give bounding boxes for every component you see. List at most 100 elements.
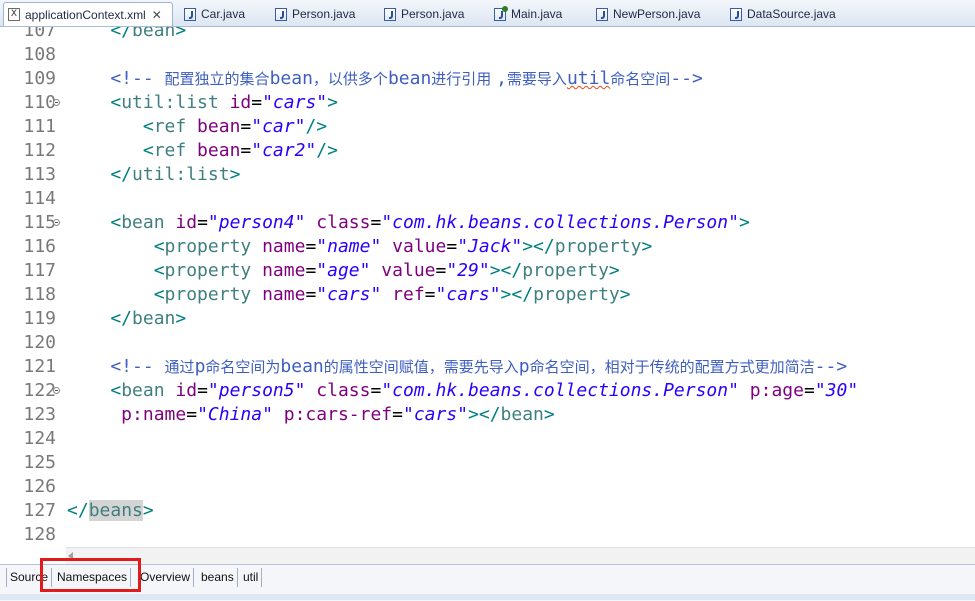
code-token: > xyxy=(229,164,241,185)
code-token: > xyxy=(142,500,154,521)
code-text: p:name="China" p:cars-ref="cars"></bean> xyxy=(67,403,555,427)
close-icon[interactable]: ✕ xyxy=(152,8,162,22)
code-token: > xyxy=(327,92,338,113)
code-line[interactable]: 118 <property name="cars" ref="cars"></p… xyxy=(0,283,975,307)
fold-collapse-icon[interactable] xyxy=(53,99,60,106)
line-number: 126 xyxy=(23,476,56,497)
code-line[interactable]: 113 </util:list> xyxy=(0,163,975,187)
line-number: 110 xyxy=(23,92,56,113)
code-token: "China" xyxy=(197,404,273,425)
code-token: "cars" xyxy=(316,284,382,305)
code-token: </ xyxy=(67,500,89,521)
tab-overview[interactable]: Overview xyxy=(137,568,195,587)
code-text: </beans> xyxy=(67,499,154,523)
tab-person-java[interactable]: Person.java xyxy=(271,2,371,26)
code-line[interactable]: 122 <bean id="person5" class="com.hk.bea… xyxy=(0,379,975,403)
code-line[interactable]: 121 <!-- 通过p命名空间为bean的属性空间赋值，需要先导入p命名空间，… xyxy=(0,355,975,379)
line-number: 121 xyxy=(23,356,56,377)
code-token: "30" xyxy=(814,380,859,401)
code-text: <ref bean="car2"/> xyxy=(67,139,338,163)
code-token: "com.hk.beans.collections.Person" xyxy=(381,380,739,401)
code-token: "cars" xyxy=(435,284,501,305)
code-line[interactable]: 120 xyxy=(0,331,975,355)
code-line[interactable]: 114 xyxy=(0,187,975,211)
code-line[interactable]: 124 xyxy=(0,427,975,451)
code-token: </ xyxy=(67,27,133,41)
code-token: > xyxy=(608,260,620,281)
code-line[interactable]: 109 <!-- 配置独立的集合bean，以供多个bean进行引用 ,需要导入u… xyxy=(0,67,975,91)
code-token: property xyxy=(533,284,620,305)
code-text: <!-- 配置独立的集合bean，以供多个bean进行引用 ,需要导入util命… xyxy=(67,67,702,91)
code-token: = xyxy=(424,284,436,305)
code-token: ref xyxy=(153,116,187,137)
code-token: p:name xyxy=(67,404,187,425)
code-token: = xyxy=(197,212,208,233)
code-token: > xyxy=(619,284,631,305)
fold-collapse-icon[interactable] xyxy=(53,387,60,394)
code-text: <property name="name" value="Jack"></pro… xyxy=(67,235,653,259)
tab-newperson-java[interactable]: NewPerson.java xyxy=(592,2,717,26)
code-token: /> xyxy=(316,140,338,161)
code-token: util xyxy=(566,68,611,89)
code-token: 命名空间为 xyxy=(205,358,281,376)
tab-main-java[interactable]: Main.java xyxy=(490,2,585,26)
code-line[interactable]: 127 </beans> xyxy=(0,499,975,523)
fold-collapse-icon[interactable] xyxy=(53,219,60,226)
code-token: = xyxy=(305,236,317,257)
tab-person-java-2[interactable]: Person.java xyxy=(380,2,480,26)
code-text: <ref bean="car"/> xyxy=(67,115,327,139)
code-token: property xyxy=(164,260,252,281)
tab-beans[interactable]: beans xyxy=(198,568,238,587)
code-line[interactable]: 126 xyxy=(0,475,975,499)
code-line[interactable]: 110 <util:list id="cars"> xyxy=(0,91,975,115)
code-line[interactable]: 111 <ref bean="car"/> xyxy=(0,115,975,139)
code-token: = xyxy=(803,380,815,401)
code-line[interactable]: 107 </bean> xyxy=(0,27,975,43)
xml-source-editor[interactable]: 107 </bean> 108 109 <!-- 配置独立的集合bean，以供多个b… xyxy=(0,27,975,547)
code-token: < xyxy=(67,212,122,233)
line-number: 108 xyxy=(23,44,56,65)
code-line[interactable]: 119 </bean> xyxy=(0,307,975,331)
code-line[interactable]: 112 <ref bean="car2"/> xyxy=(0,139,975,163)
code-token: name xyxy=(251,236,306,257)
tab-car-java[interactable]: Car.java xyxy=(180,2,265,26)
code-token: util:list xyxy=(121,92,219,113)
line-number: 120 xyxy=(23,332,56,353)
code-line[interactable]: 115 <bean id="person4" class="com.hk.bea… xyxy=(0,211,975,235)
code-token: = xyxy=(370,380,382,401)
code-token: bean xyxy=(269,68,313,89)
horizontal-scrollbar[interactable] xyxy=(66,547,975,565)
code-token: "age" xyxy=(316,260,371,281)
line-number: 112 xyxy=(23,140,56,161)
tab-label: Main.java xyxy=(511,7,563,21)
code-token: < xyxy=(67,236,165,257)
code-token: "cars" xyxy=(402,404,469,425)
code-token: ></ xyxy=(500,284,534,305)
code-token: name xyxy=(251,284,306,305)
code-token: , xyxy=(496,68,507,89)
code-line[interactable]: 117 <property name="age" value="29"></pr… xyxy=(0,259,975,283)
tab-applicationcontext-xml[interactable]: X applicationContext.xml ✕ xyxy=(3,2,173,26)
tab-util[interactable]: util xyxy=(240,568,263,587)
code-line[interactable]: 123 p:name="China" p:cars-ref="cars"></b… xyxy=(0,403,975,427)
code-token: "person5" xyxy=(207,380,306,401)
code-token: 进行引用 xyxy=(431,70,497,88)
code-line[interactable]: 128 xyxy=(0,523,975,547)
code-token: = xyxy=(240,116,252,137)
code-token: < xyxy=(67,260,165,281)
code-line[interactable]: 116 <property name="name" value="Jack"><… xyxy=(0,235,975,259)
code-token: "person4" xyxy=(207,212,306,233)
code-token: > xyxy=(641,236,653,257)
code-token: util:list xyxy=(132,164,230,185)
code-token: = xyxy=(240,140,252,161)
code-line[interactable]: 108 xyxy=(0,43,975,67)
code-token: property xyxy=(164,236,252,257)
code-text: <bean id="person4" class="com.hk.beans.c… xyxy=(67,211,749,235)
code-line[interactable]: 125 xyxy=(0,451,975,475)
code-token: > xyxy=(175,27,187,41)
code-token: 的属性空间赋值，需要先导入 xyxy=(323,358,519,376)
tab-label: DataSource.java xyxy=(747,7,836,21)
code-token: <!-- xyxy=(67,68,165,89)
tab-datasource-java[interactable]: DataSource.java xyxy=(726,2,851,26)
code-token: ></ xyxy=(468,404,501,425)
